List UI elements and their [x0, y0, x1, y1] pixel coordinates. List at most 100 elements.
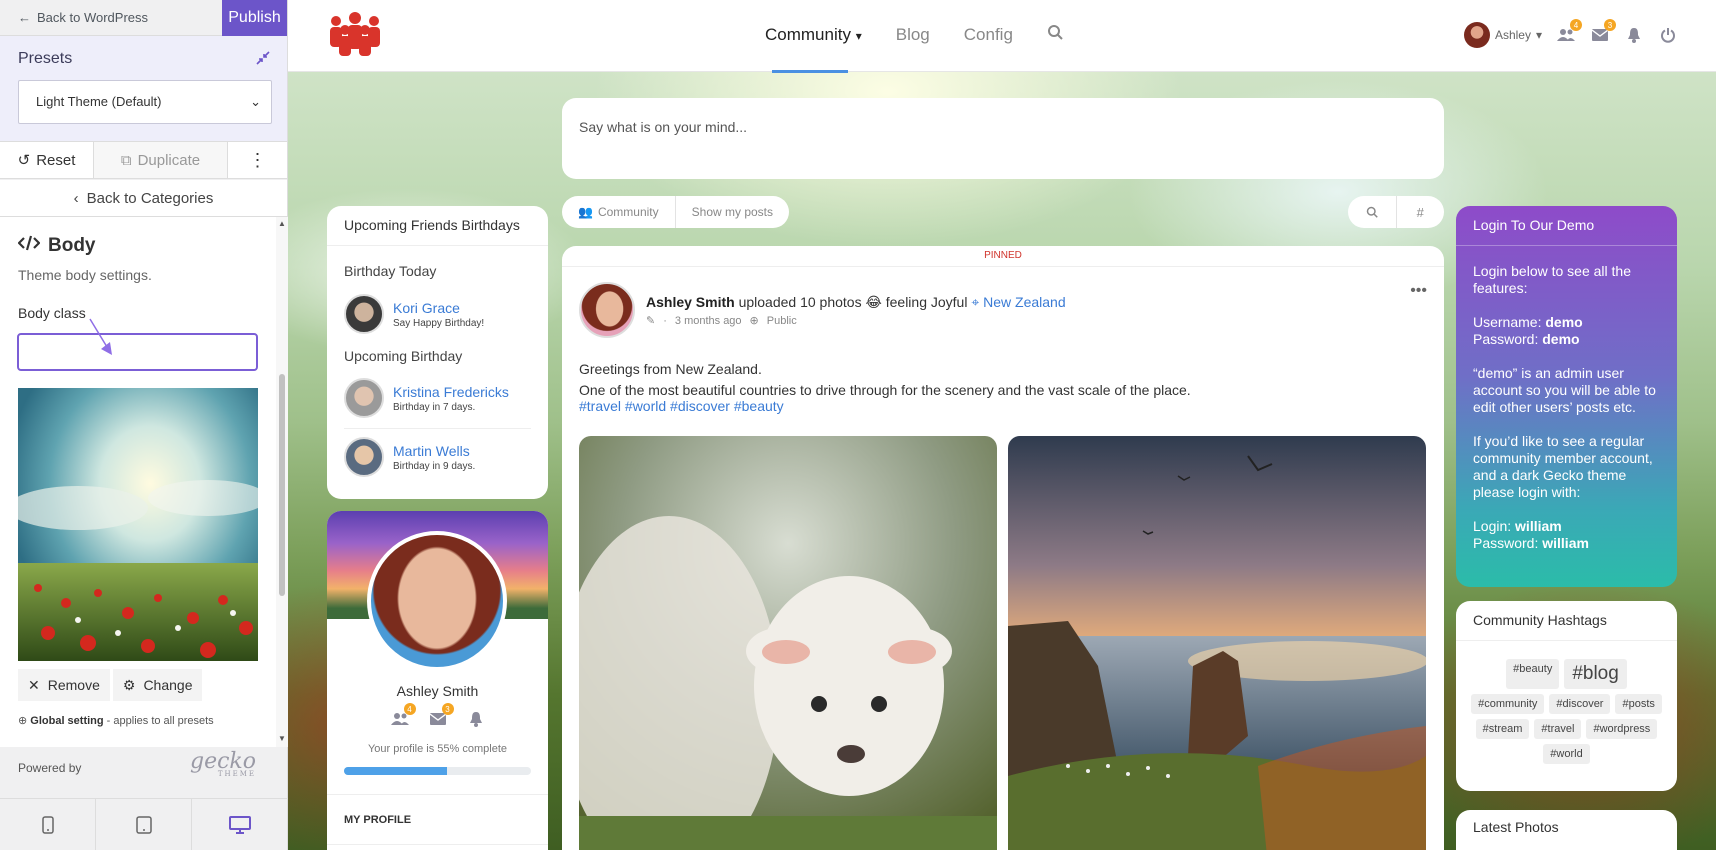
hashtag-icon[interactable]: # [1395, 196, 1445, 228]
password-label: Password: [1473, 331, 1543, 347]
friends-icon[interactable]: 4 [1556, 19, 1582, 45]
hashtag-link[interactable]: #world [1543, 744, 1590, 764]
duplicate-button[interactable]: ⧉ Duplicate [94, 142, 228, 178]
mobile-preview-icon[interactable] [0, 799, 96, 850]
post-location[interactable]: New Zealand [983, 294, 1066, 310]
back-to-categories-label: Back to Categories [86, 189, 214, 207]
power-icon[interactable] [1658, 25, 1678, 45]
back-to-categories-button[interactable]: ‹ Back to Categories [0, 180, 287, 217]
post-author[interactable]: Ashley Smith [646, 294, 735, 310]
chevron-down-icon: ▾ [855, 28, 862, 43]
powered-by-label: Powered by [18, 761, 82, 775]
hashtag-link[interactable]: #blog [1564, 659, 1627, 689]
desktop-preview-icon[interactable] [192, 799, 287, 850]
post-emoji: 😂 [865, 294, 882, 310]
more-options-icon[interactable]: ••• [1410, 282, 1427, 300]
latest-photos-widget: Latest Photos [1456, 810, 1677, 850]
body-class-input[interactable] [17, 333, 258, 371]
post-hashtags[interactable]: #travel #world #discover #beauty [579, 398, 784, 414]
hashtag-link[interactable]: #community [1471, 694, 1545, 714]
scrollbar-thumb[interactable] [279, 374, 285, 596]
list-item[interactable]: Kori Grace Say Happy Birthday! [344, 294, 484, 334]
post-header: Ashley Smith uploaded 10 photos 😂 feelin… [646, 294, 1066, 311]
list-item[interactable]: Kristina Fredericks Birthday in 7 days. [344, 378, 509, 418]
bell-icon[interactable] [1624, 25, 1644, 45]
birthday-name[interactable]: Kori Grace [393, 300, 484, 316]
avatar[interactable] [367, 531, 507, 671]
separator: · [663, 314, 667, 327]
profile-icons: 4 3 [327, 703, 548, 729]
avatar[interactable] [579, 282, 635, 338]
birthdays-widget: Upcoming Friends Birthdays Birthday Toda… [327, 206, 548, 499]
gecko-logo[interactable]: gecko THEME [190, 749, 256, 778]
profile-complete-text: Your profile is 55% complete [367, 743, 507, 755]
main-menu: Community ▾ Blog Config [765, 24, 1063, 45]
hashtag-link[interactable]: #wordpress [1586, 719, 1658, 739]
duplicate-label: Duplicate [137, 151, 201, 169]
menu-item-community[interactable]: Community ▾ [765, 25, 862, 45]
divider [344, 428, 531, 429]
profile-name[interactable]: Ashley Smith [327, 683, 548, 699]
publish-button[interactable]: Publish [222, 0, 287, 36]
menu-item-config[interactable]: Config [964, 25, 1013, 45]
friends-icon[interactable]: 4 [390, 703, 416, 729]
member-credentials: Login: william Password: william [1473, 518, 1663, 552]
post-photo[interactable] [1008, 436, 1426, 850]
top-navbar: Community ▾ Blog Config Ashley ▾ 4 3 [288, 0, 1716, 73]
user-name: Ashley [1494, 28, 1531, 42]
profile-progress-fill [344, 767, 447, 775]
post-time[interactable]: 3 months ago [675, 315, 742, 327]
birthday-name[interactable]: Kristina Fredericks [393, 384, 509, 400]
user-menu[interactable]: Ashley ▾ [1463, 22, 1542, 48]
change-image-button[interactable]: ⚙ Change [112, 669, 203, 701]
hashtag-link[interactable]: #discover [1549, 694, 1611, 714]
pinned-label: PINNED [984, 250, 1022, 261]
divider [327, 245, 548, 246]
hashtag-link[interactable]: #travel [1534, 719, 1582, 739]
post-meta: ✎ · 3 months ago ⊕ Public [646, 314, 797, 328]
filter-my-posts-button[interactable]: Show my posts [674, 196, 789, 228]
preset-select[interactable]: Light Theme (Default) ⌄ [18, 80, 272, 124]
birthday-sub: Birthday in 7 days. [393, 401, 476, 413]
messages-icon[interactable]: 3 [428, 703, 454, 729]
activity-post: PINNED Ashley Smith uploaded 10 photos 😂… [562, 246, 1444, 850]
menu-item-blog[interactable]: Blog [896, 25, 930, 45]
search-icon[interactable] [1047, 24, 1063, 45]
panel-scrollbar[interactable]: ▲ ▼ [276, 217, 288, 747]
list-item[interactable]: Martin Wells Birthday in 9 days. [344, 437, 475, 477]
post-action: uploaded 10 photos [734, 294, 866, 310]
search-icon[interactable] [1348, 196, 1396, 228]
filter-community-button[interactable]: 👥 Community [562, 196, 675, 228]
site-preview: Community ▾ Blog Config Ashley ▾ 4 3 Say… [288, 0, 1716, 850]
section-title-label: Body [48, 235, 96, 256]
edit-icon[interactable]: ✎ [646, 314, 655, 327]
users-icon: 👥 [578, 205, 593, 219]
messages-icon[interactable]: 3 [1590, 19, 1616, 45]
site-logo[interactable] [326, 12, 384, 63]
hashtag-link[interactable]: #beauty [1506, 659, 1560, 689]
scroll-up-icon[interactable]: ▲ [278, 219, 286, 228]
more-options-icon[interactable]: ⋮ [228, 142, 287, 178]
birthday-sub: Say Happy Birthday! [393, 317, 485, 329]
my-profile-link[interactable]: MY PROFILE [344, 814, 411, 826]
global-setting-rest: - applies to all presets [103, 715, 214, 727]
post-photo[interactable] [579, 436, 997, 850]
compress-icon[interactable] [255, 50, 271, 71]
reset-button[interactable]: ↺ Reset [0, 142, 94, 178]
birthday-name[interactable]: Martin Wells [393, 443, 475, 459]
back-to-wordpress-link[interactable]: ← Back to WordPress [18, 10, 148, 25]
scroll-down-icon[interactable]: ▼ [278, 734, 286, 743]
login-instructions: Login below to see all the features: Use… [1473, 263, 1663, 569]
bell-icon[interactable] [466, 709, 486, 729]
widget-title: Login To Our Demo [1473, 217, 1595, 233]
hashtag-link[interactable]: #posts [1615, 694, 1662, 714]
global-setting-bold: Global setting [30, 715, 104, 727]
remove-image-button[interactable]: ✕ Remove [18, 669, 110, 701]
hashtag-link[interactable]: #stream [1475, 719, 1530, 739]
section-description: Theme body settings. [18, 267, 152, 283]
menu-item-community-label: Community [765, 24, 851, 44]
preset-select-value: Light Theme (Default) [36, 94, 162, 109]
post-composer[interactable]: Say what is on your mind... [562, 98, 1444, 179]
filter-community-label: Community [597, 205, 659, 219]
tablet-preview-icon[interactable] [96, 799, 192, 850]
